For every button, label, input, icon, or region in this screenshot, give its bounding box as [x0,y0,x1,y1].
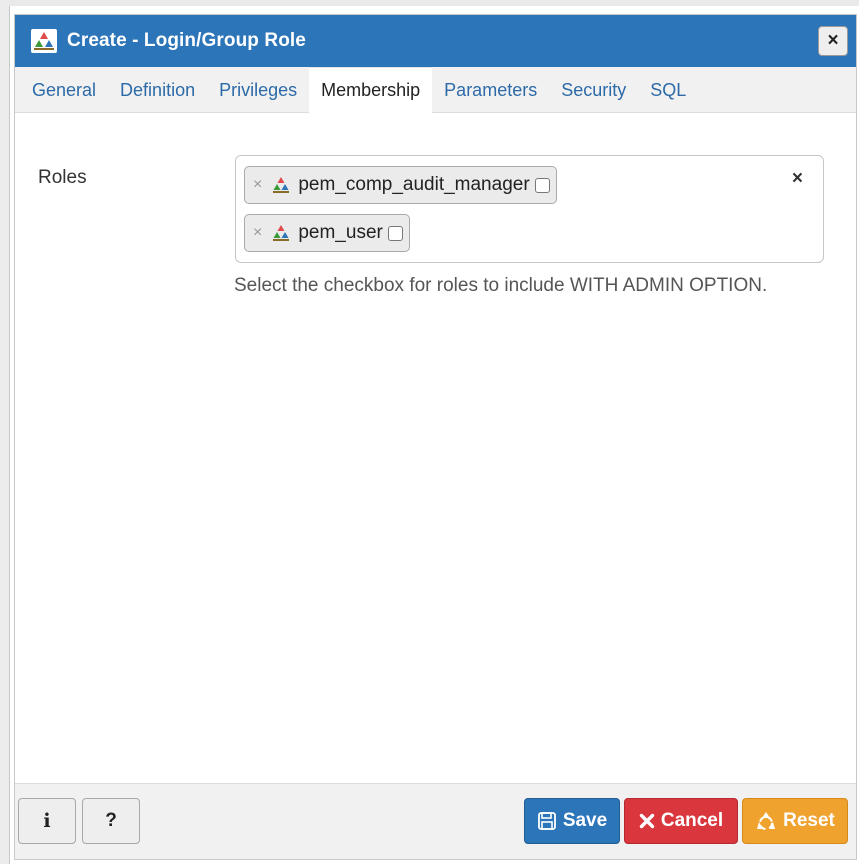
reset-label: Reset [783,810,835,831]
create-role-dialog: Create - Login/Group Role × General Defi… [14,14,857,860]
role-group-icon [270,174,292,196]
dialog-titlebar[interactable]: Create - Login/Group Role × [15,15,856,67]
tab-sql[interactable]: SQL [638,68,698,112]
recycle-icon [755,810,777,832]
tab-definition[interactable]: Definition [108,68,207,112]
remove-role-button[interactable]: × [253,176,262,194]
with-admin-checkbox[interactable] [387,225,403,241]
x-mark-icon [639,813,655,829]
roles-label: Roles [38,167,87,188]
help-button[interactable]: ? [82,798,140,844]
remove-role-button[interactable]: × [253,224,262,242]
cancel-button[interactable]: Cancel [624,798,738,844]
with-admin-checkbox[interactable] [534,177,550,193]
role-group-icon [31,28,57,54]
tab-security[interactable]: Security [549,68,638,112]
save-button[interactable]: Save [524,798,620,844]
role-name: pem_user [298,222,383,243]
window-edge-left [0,0,10,864]
role-name: pem_comp_audit_manager [298,174,530,195]
roles-multiselect[interactable]: × pem_comp_audit_manager × pem_user × [235,155,824,263]
floppy-disk-icon [537,811,557,831]
info-button[interactable]: i [18,798,76,844]
clear-all-roles-button[interactable]: × [792,168,803,190]
role-chip: × pem_comp_audit_manager [244,166,557,204]
dialog-title: Create - Login/Group Role [67,30,306,51]
help-icon: ? [105,810,117,831]
close-button[interactable]: × [818,26,848,56]
cancel-label: Cancel [660,810,724,831]
reset-button[interactable]: Reset [742,798,848,844]
dialog-footer: i ? Save Cancel Reset [15,783,856,859]
save-label: Save [562,810,608,831]
close-icon: × [827,30,839,51]
tab-parameters[interactable]: Parameters [432,68,549,112]
roles-help-text: Select the checkbox for roles to include… [234,275,768,296]
tab-general[interactable]: General [20,68,108,112]
role-group-icon [270,222,292,244]
tab-membership[interactable]: Membership [309,67,433,113]
tab-privileges[interactable]: Privileges [207,68,309,112]
tab-bar: General Definition Privileges Membership… [15,67,856,113]
info-icon: i [43,810,51,832]
window-edge-top [9,0,859,6]
role-chip: × pem_user [244,214,410,252]
